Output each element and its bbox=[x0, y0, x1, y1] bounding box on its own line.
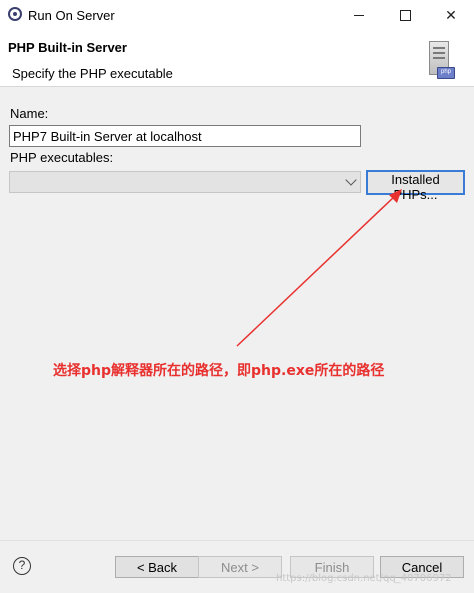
watermark: https://blog.csdn.net/qq_40706972 bbox=[276, 573, 452, 584]
annotation-text: 选择php解释器所在的路径，即php.exe所在的路径 bbox=[53, 363, 385, 379]
arrow-line bbox=[236, 195, 396, 347]
next-button[interactable]: Next > bbox=[198, 556, 282, 578]
help-icon[interactable]: ? bbox=[13, 557, 31, 575]
footer-divider bbox=[0, 540, 474, 541]
arrow-head bbox=[389, 189, 402, 203]
annotation-arrow bbox=[236, 189, 402, 347]
back-button[interactable]: < Back bbox=[115, 556, 199, 578]
